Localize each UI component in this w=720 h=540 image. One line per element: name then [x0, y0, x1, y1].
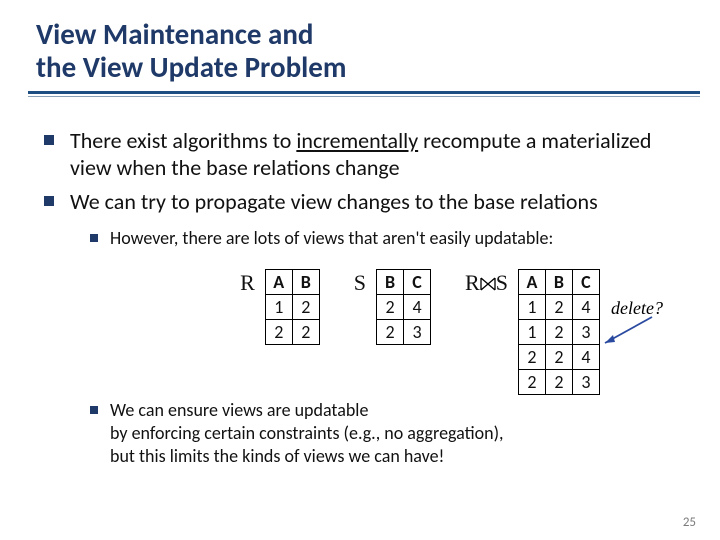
- table-row: 2 2 4: [518, 344, 599, 369]
- relation-r: R A B 1 2 2 2: [240, 269, 320, 345]
- bullet-1-text-pre: There exist algorithms to: [70, 127, 296, 154]
- rs-name-pre: R: [465, 270, 480, 295]
- table-row: B C: [377, 269, 431, 294]
- relation-r-table: A B 1 2 2 2: [265, 269, 320, 345]
- col-header: A: [265, 269, 292, 294]
- table-row: A B: [265, 269, 319, 294]
- table-row: 2 4: [377, 294, 431, 319]
- tables-row: R A B 1 2 2 2: [150, 269, 690, 395]
- cell: 3: [572, 369, 599, 394]
- relation-rs-table: A B C 1 2 4 1 2: [518, 269, 600, 395]
- sub-bullet-1: However, there are lots of views that ar…: [90, 227, 690, 250]
- table-row: 2 2: [265, 319, 319, 344]
- col-header: C: [572, 269, 599, 294]
- bullet-list: There exist algorithms to incrementally …: [44, 127, 690, 469]
- cell: 3: [404, 319, 431, 344]
- relation-rs-label: RS: [465, 269, 512, 297]
- title-line-1: View Maintenance and: [36, 16, 313, 52]
- sub-bullet-1-text: However, there are lots of views that ar…: [110, 227, 553, 249]
- sub-bullet-2b: by enforcing certain constraints (e.g., …: [110, 422, 504, 444]
- table-row: 1 2: [265, 294, 319, 319]
- table-row: 2 3: [377, 319, 431, 344]
- relation-s-label: S: [354, 269, 370, 297]
- table-row: A B C: [518, 269, 599, 294]
- cell: 2: [292, 294, 319, 319]
- rs-name-post: S: [496, 270, 508, 295]
- table-row: 2 2 3: [518, 369, 599, 394]
- slide-title: View Maintenance and the View Update Pro…: [36, 18, 690, 85]
- cell: 1: [518, 294, 545, 319]
- col-header: C: [404, 269, 431, 294]
- arrow-icon: [597, 315, 657, 349]
- cell: 2: [545, 319, 572, 344]
- cell: 4: [404, 294, 431, 319]
- cell: 2: [377, 294, 404, 319]
- col-header: B: [292, 269, 319, 294]
- delete-annotation: delete?: [611, 297, 663, 320]
- table-row: 1 2 4: [518, 294, 599, 319]
- relation-s-table: B C 2 4 2 3: [376, 269, 431, 345]
- cell: 4: [572, 294, 599, 319]
- cell: 2: [292, 319, 319, 344]
- relation-rs: RS A B C 1 2 4: [465, 269, 600, 395]
- cell: 2: [545, 369, 572, 394]
- cell: 2: [545, 294, 572, 319]
- col-header: B: [377, 269, 404, 294]
- relation-s: S B C 2 4 2 3: [354, 269, 431, 345]
- relation-r-label: R: [240, 269, 259, 297]
- cell: 2: [518, 369, 545, 394]
- cell: 1: [265, 294, 292, 319]
- bullet-2-text: We can try to propagate view changes to …: [70, 188, 598, 215]
- cell: 1: [518, 319, 545, 344]
- join-icon: [480, 277, 496, 291]
- table-row: 1 2 3: [518, 319, 599, 344]
- cell: 2: [377, 319, 404, 344]
- title-divider: [28, 91, 700, 105]
- cell: 3: [572, 319, 599, 344]
- col-header: B: [545, 269, 572, 294]
- cell: 2: [545, 344, 572, 369]
- sub-bullet-2c: but this limits the kinds of views we ca…: [110, 445, 444, 467]
- bullet-2: We can try to propagate view changes to …: [44, 188, 690, 469]
- cell: 2: [265, 319, 292, 344]
- sub-bullet-2a: We can ensure views are updatable: [110, 399, 368, 421]
- cell: 4: [572, 344, 599, 369]
- sub-bullet-list: However, there are lots of views that ar…: [90, 227, 690, 250]
- bullet-1-underlined: incrementally: [296, 127, 418, 154]
- sub-bullet-2: We can ensure views are updatable by enf…: [90, 399, 690, 469]
- content: There exist algorithms to incrementally …: [36, 127, 690, 469]
- page-number: 25: [683, 515, 696, 530]
- col-header: A: [518, 269, 545, 294]
- slide: View Maintenance and the View Update Pro…: [0, 0, 720, 540]
- title-line-2: the View Update Problem: [36, 49, 346, 85]
- sub-bullet-list-2: We can ensure views are updatable by enf…: [90, 399, 690, 469]
- bullet-1: There exist algorithms to incrementally …: [44, 127, 690, 182]
- cell: 2: [518, 344, 545, 369]
